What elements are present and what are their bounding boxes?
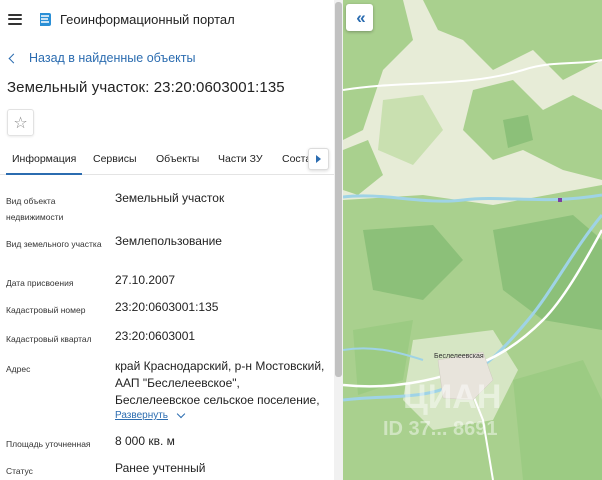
field-key: Статус <box>6 466 33 476</box>
tabs-scroll-right-button[interactable] <box>308 148 329 170</box>
top-bar: Геоинформационный портал <box>0 0 334 38</box>
field-key: Вид объекта недвижимости <box>6 196 64 222</box>
field-value: Земельный участок <box>115 191 225 205</box>
field-value: край Краснодарский, р-н Мостовский, ААП … <box>115 359 325 407</box>
field-key: Дата присвоения <box>6 278 74 288</box>
field-key: Адрес <box>6 364 31 374</box>
field-key: Площадь уточненная <box>6 439 91 449</box>
star-icon: ☆ <box>13 114 28 132</box>
tab-bar: Информация Сервисы Объекты Части ЗУ Сост… <box>0 144 334 175</box>
field-key: Кадастровый квартал <box>6 334 92 344</box>
chevron-left-icon <box>8 53 19 63</box>
scrollbar-thumb[interactable] <box>335 2 342 377</box>
object-title: Земельный участок: 23:20:0603001:135 <box>7 79 285 96</box>
tab-land-parts[interactable]: Части ЗУ <box>218 153 263 165</box>
tab-information[interactable]: Информация <box>5 153 83 175</box>
watermark-id: ID 37... 8691 <box>383 418 498 440</box>
field-value: 8 000 кв. м <box>115 434 175 448</box>
tab-objects[interactable]: Объекты <box>156 153 199 165</box>
collapse-panel-button[interactable]: « <box>346 4 373 31</box>
caret-right-icon <box>316 155 321 163</box>
double-chevron-left-icon: « <box>356 7 366 27</box>
expand-address-link[interactable]: Развернуть <box>115 409 186 421</box>
back-to-results-link[interactable]: Назад в найденные объекты <box>0 39 334 77</box>
portal-logo-icon <box>40 13 51 26</box>
info-panel: Геоинформационный портал Назад в найденн… <box>0 0 334 480</box>
expand-label[interactable]: Развернуть <box>115 410 168 421</box>
field-value: Землепользование <box>115 234 222 248</box>
map-view[interactable]: « Беслелеевская ЦИАН ID 37... 8691 <box>343 0 602 480</box>
back-link-label[interactable]: Назад в найденные объекты <box>29 51 195 65</box>
field-key: Вид земельного участка <box>6 239 102 249</box>
tab-composition[interactable]: Соста <box>282 153 311 165</box>
field-value: 23:20:0603001 <box>115 329 196 343</box>
town-label: Беслелеевская <box>434 353 484 360</box>
field-value: 23:20:0603001:135 <box>115 300 219 314</box>
field-value: 27.10.2007 <box>115 273 176 287</box>
field-key: Кадастровый номер <box>6 305 86 315</box>
watermark: ЦИАН <box>403 378 502 416</box>
favorite-button[interactable]: ☆ <box>7 109 34 136</box>
field-value: Ранее учтенный <box>115 461 206 475</box>
panel-scrollbar[interactable] <box>334 0 343 480</box>
app-title: Геоинформационный портал <box>60 11 235 27</box>
chevron-down-icon <box>176 409 186 418</box>
tab-services[interactable]: Сервисы <box>93 153 137 165</box>
menu-icon[interactable] <box>8 13 22 25</box>
